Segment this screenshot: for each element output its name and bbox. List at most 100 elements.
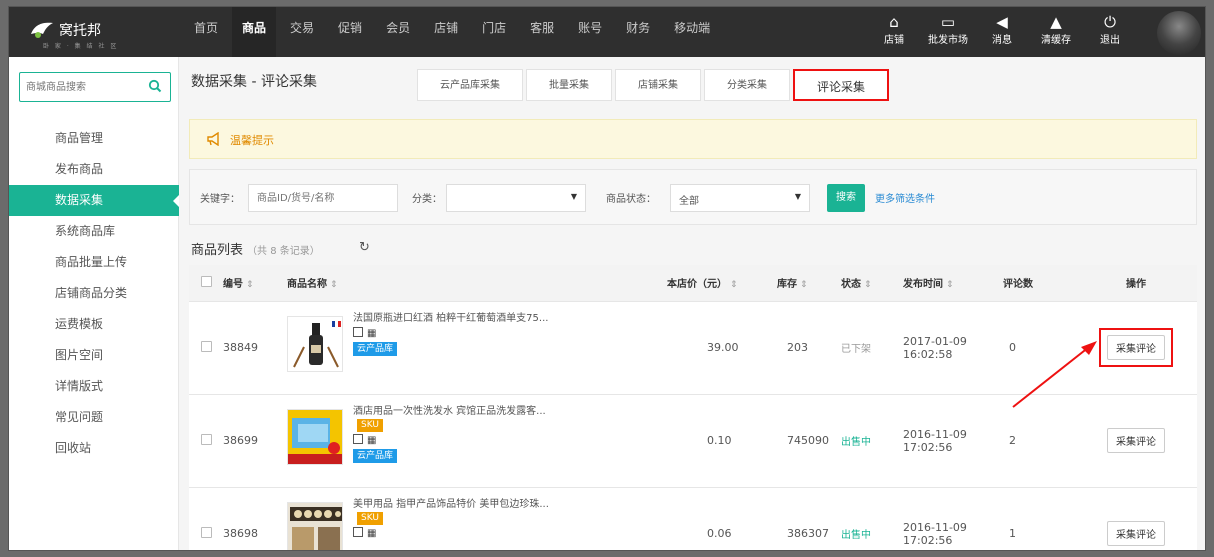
record-count: （共 8 条记录） [247,246,320,257]
sort-icon: ⇕ [800,280,808,291]
tool-messages-label: 消息 [992,35,1012,46]
notice-banner: 温馨提示 [189,119,1197,159]
nav-store[interactable]: 门店 [472,7,516,57]
row-price: 0.10 [667,394,777,488]
sidebar-item-goods-manage[interactable]: 商品管理 [9,123,179,154]
avatar[interactable] [1157,11,1201,55]
logo[interactable]: 窝托邦 卧 家 · 集 结 社 区 [19,15,169,50]
broom-icon: ▲ [1050,13,1062,31]
tool-wholesale[interactable]: ▭ 批发市场 [921,7,975,57]
collect-comments-button[interactable]: 采集评论 [1107,335,1165,360]
col-id[interactable]: 编号 ⇕ [223,265,287,302]
product-info: 美甲用品 指甲产品饰品特价 美甲包边珍珠...SKU ▦ [353,498,563,540]
nav-service[interactable]: 客服 [520,7,564,57]
collect-comments-button[interactable]: 采集评论 [1107,428,1165,453]
sort-icon: ⇕ [330,280,338,291]
more-filters-link[interactable]: 更多筛选条件 [875,190,935,205]
row-comments: 0 [1003,301,1075,395]
row-checkbox[interactable] [201,433,212,445]
tool-store[interactable]: ⌂ 店铺 [867,7,921,57]
qrcode[interactable]: ▦ [353,526,376,540]
product-name[interactable]: 酒店用品一次性洗发水 宾馆正品洗发露客...SKU [353,405,563,432]
home-icon: ⌂ [889,13,899,31]
checkbox-icon [353,526,363,537]
tab-batch[interactable]: 批量采集 [526,69,612,101]
search-button[interactable]: 搜索 [827,184,865,212]
sidebar-item-batch-upload[interactable]: 商品批量上传 [9,247,179,278]
collect-comments-button[interactable]: 采集评论 [1107,521,1165,546]
row-stock: 386307 [777,487,841,550]
product-thumbnail[interactable] [287,408,343,465]
sidebar-item-shop-category[interactable]: 店铺商品分类 [9,278,179,309]
status-badge: 出售中 [841,437,871,448]
tab-comments[interactable]: 评论采集 [793,69,890,101]
nav-account[interactable]: 账号 [568,7,612,57]
nav-shop[interactable]: 店铺 [424,7,468,57]
sidebar-menu: 商品管理 发布商品 数据采集 系统商品库 商品批量上传 店铺商品分类 运费模板 … [9,123,180,464]
product-thumbnail[interactable] [287,501,343,550]
nav-member[interactable]: 会员 [376,7,420,57]
col-status[interactable]: 状态 ⇕ [841,265,903,302]
row-checkbox[interactable] [201,526,212,538]
tool-clear-cache[interactable]: ▲ 清缓存 [1029,7,1083,57]
table-row: 38699 酒店用品一次性洗发水 宾馆正品洗发露客...SKU ▦ 云产品库 0… [189,394,1197,488]
sidebar-item-shipping-template[interactable]: 运费模板 [9,309,179,340]
col-name[interactable]: 商品名称 ⇕ [287,265,667,302]
qrcode[interactable]: ▦ [353,433,376,447]
col-date[interactable]: 发布时间 ⇕ [903,265,1003,302]
tab-category[interactable]: 分类采集 [704,69,790,101]
nav-goods[interactable]: 商品 [232,7,277,57]
qr-icon: ▦ [367,327,377,339]
refresh-icon[interactable]: ↻ [359,240,370,255]
keyword-input[interactable] [248,184,398,212]
sidebar-item-system-library[interactable]: 系统商品库 [9,216,179,247]
product-name[interactable]: 法国原瓶进口红酒 柏粹干红葡萄酒单支75... [353,312,563,325]
col-stock[interactable]: 库存 ⇕ [777,265,841,302]
search-input[interactable] [26,79,141,95]
sidebar-item-data-collect[interactable]: 数据采集 [9,185,180,216]
sku-badge: SKU [357,511,383,525]
status-badge: 已下架 [841,344,871,355]
sidebar-item-image-space[interactable]: 图片空间 [9,340,179,371]
sidebar-item-detail-layout[interactable]: 详情版式 [9,371,179,402]
collect-tabs: 云产品库采集 批量采集 店铺采集 分类采集 评论采集 [417,69,892,101]
tab-shop[interactable]: 店铺采集 [615,69,701,101]
product-name[interactable]: 美甲用品 指甲产品饰品特价 美甲包边珍珠...SKU [353,498,563,525]
goods-table: 编号 ⇕ 商品名称 ⇕ 本店价（元） ⇕ 库存 ⇕ 状态 ⇕ 发布时间 ⇕ 评论数 操作 3… [189,265,1197,550]
sidebar-item-faq[interactable]: 常见问题 [9,402,179,433]
tab-cloud-library[interactable]: 云产品库采集 [417,69,523,101]
cloud-library-tag: 云产品库 [353,341,398,356]
table-row: 38849 法国原瓶进口红酒 柏粹干红葡萄酒单支75... ▦ 云产品库 39.… [189,301,1197,395]
col-price[interactable]: 本店价（元） ⇕ [667,265,777,302]
table-row: 38698 美甲用品 指甲产品饰品特价 美甲包边珍珠...SKU ▦ 0.06 … [189,487,1197,550]
logo-bird-icon [31,22,53,38]
product-thumbnail[interactable] [287,315,343,372]
main-content: 数据采集 - 评论采集 云产品库采集 批量采集 店铺采集 分类采集 评论采集 温… [179,57,1205,550]
list-title: 商品列表 （共 8 条记录） [191,239,320,258]
nav-promotion[interactable]: 促销 [328,7,372,57]
logo-name: 窝托邦 [59,23,101,39]
highlight-box: 采集评论 [1099,328,1173,367]
tool-messages[interactable]: ◀ 消息 [975,7,1029,57]
sidebar-item-recycle[interactable]: 回收站 [9,433,179,464]
tool-wholesale-label: 批发市场 [928,35,968,46]
power-icon: ⏻ [1104,13,1116,31]
product-info: 法国原瓶进口红酒 柏粹干红葡萄酒单支75... ▦ 云产品库 [353,312,563,356]
nav-trade[interactable]: 交易 [280,7,324,57]
row-price: 39.00 [667,301,777,395]
nav-home[interactable]: 首页 [184,7,228,57]
qrcode[interactable]: ▦ [353,326,377,340]
select-all-checkbox[interactable] [201,275,212,287]
row-checkbox[interactable] [201,340,212,352]
top-tools: ⌂ 店铺 ▭ 批发市场 ◀ 消息 ▲ 清缓存 ⏻ 退出 [867,7,1137,57]
sidebar-item-publish[interactable]: 发布商品 [9,154,179,185]
row-comments: 2 [1003,394,1075,488]
nav-mobile[interactable]: 移动端 [664,7,720,57]
category-select[interactable]: ▼ [446,184,586,212]
tool-logout[interactable]: ⏻ 退出 [1083,7,1137,57]
nav-finance[interactable]: 财务 [616,7,660,57]
status-select[interactable]: 全部 ▼ [670,184,810,212]
search-icon[interactable] [148,79,162,93]
col-action: 操作 [1075,265,1197,302]
app-window: 窝托邦 卧 家 · 集 结 社 区 首页 商品 交易 促销 会员 店铺 门店 客… [8,6,1206,551]
